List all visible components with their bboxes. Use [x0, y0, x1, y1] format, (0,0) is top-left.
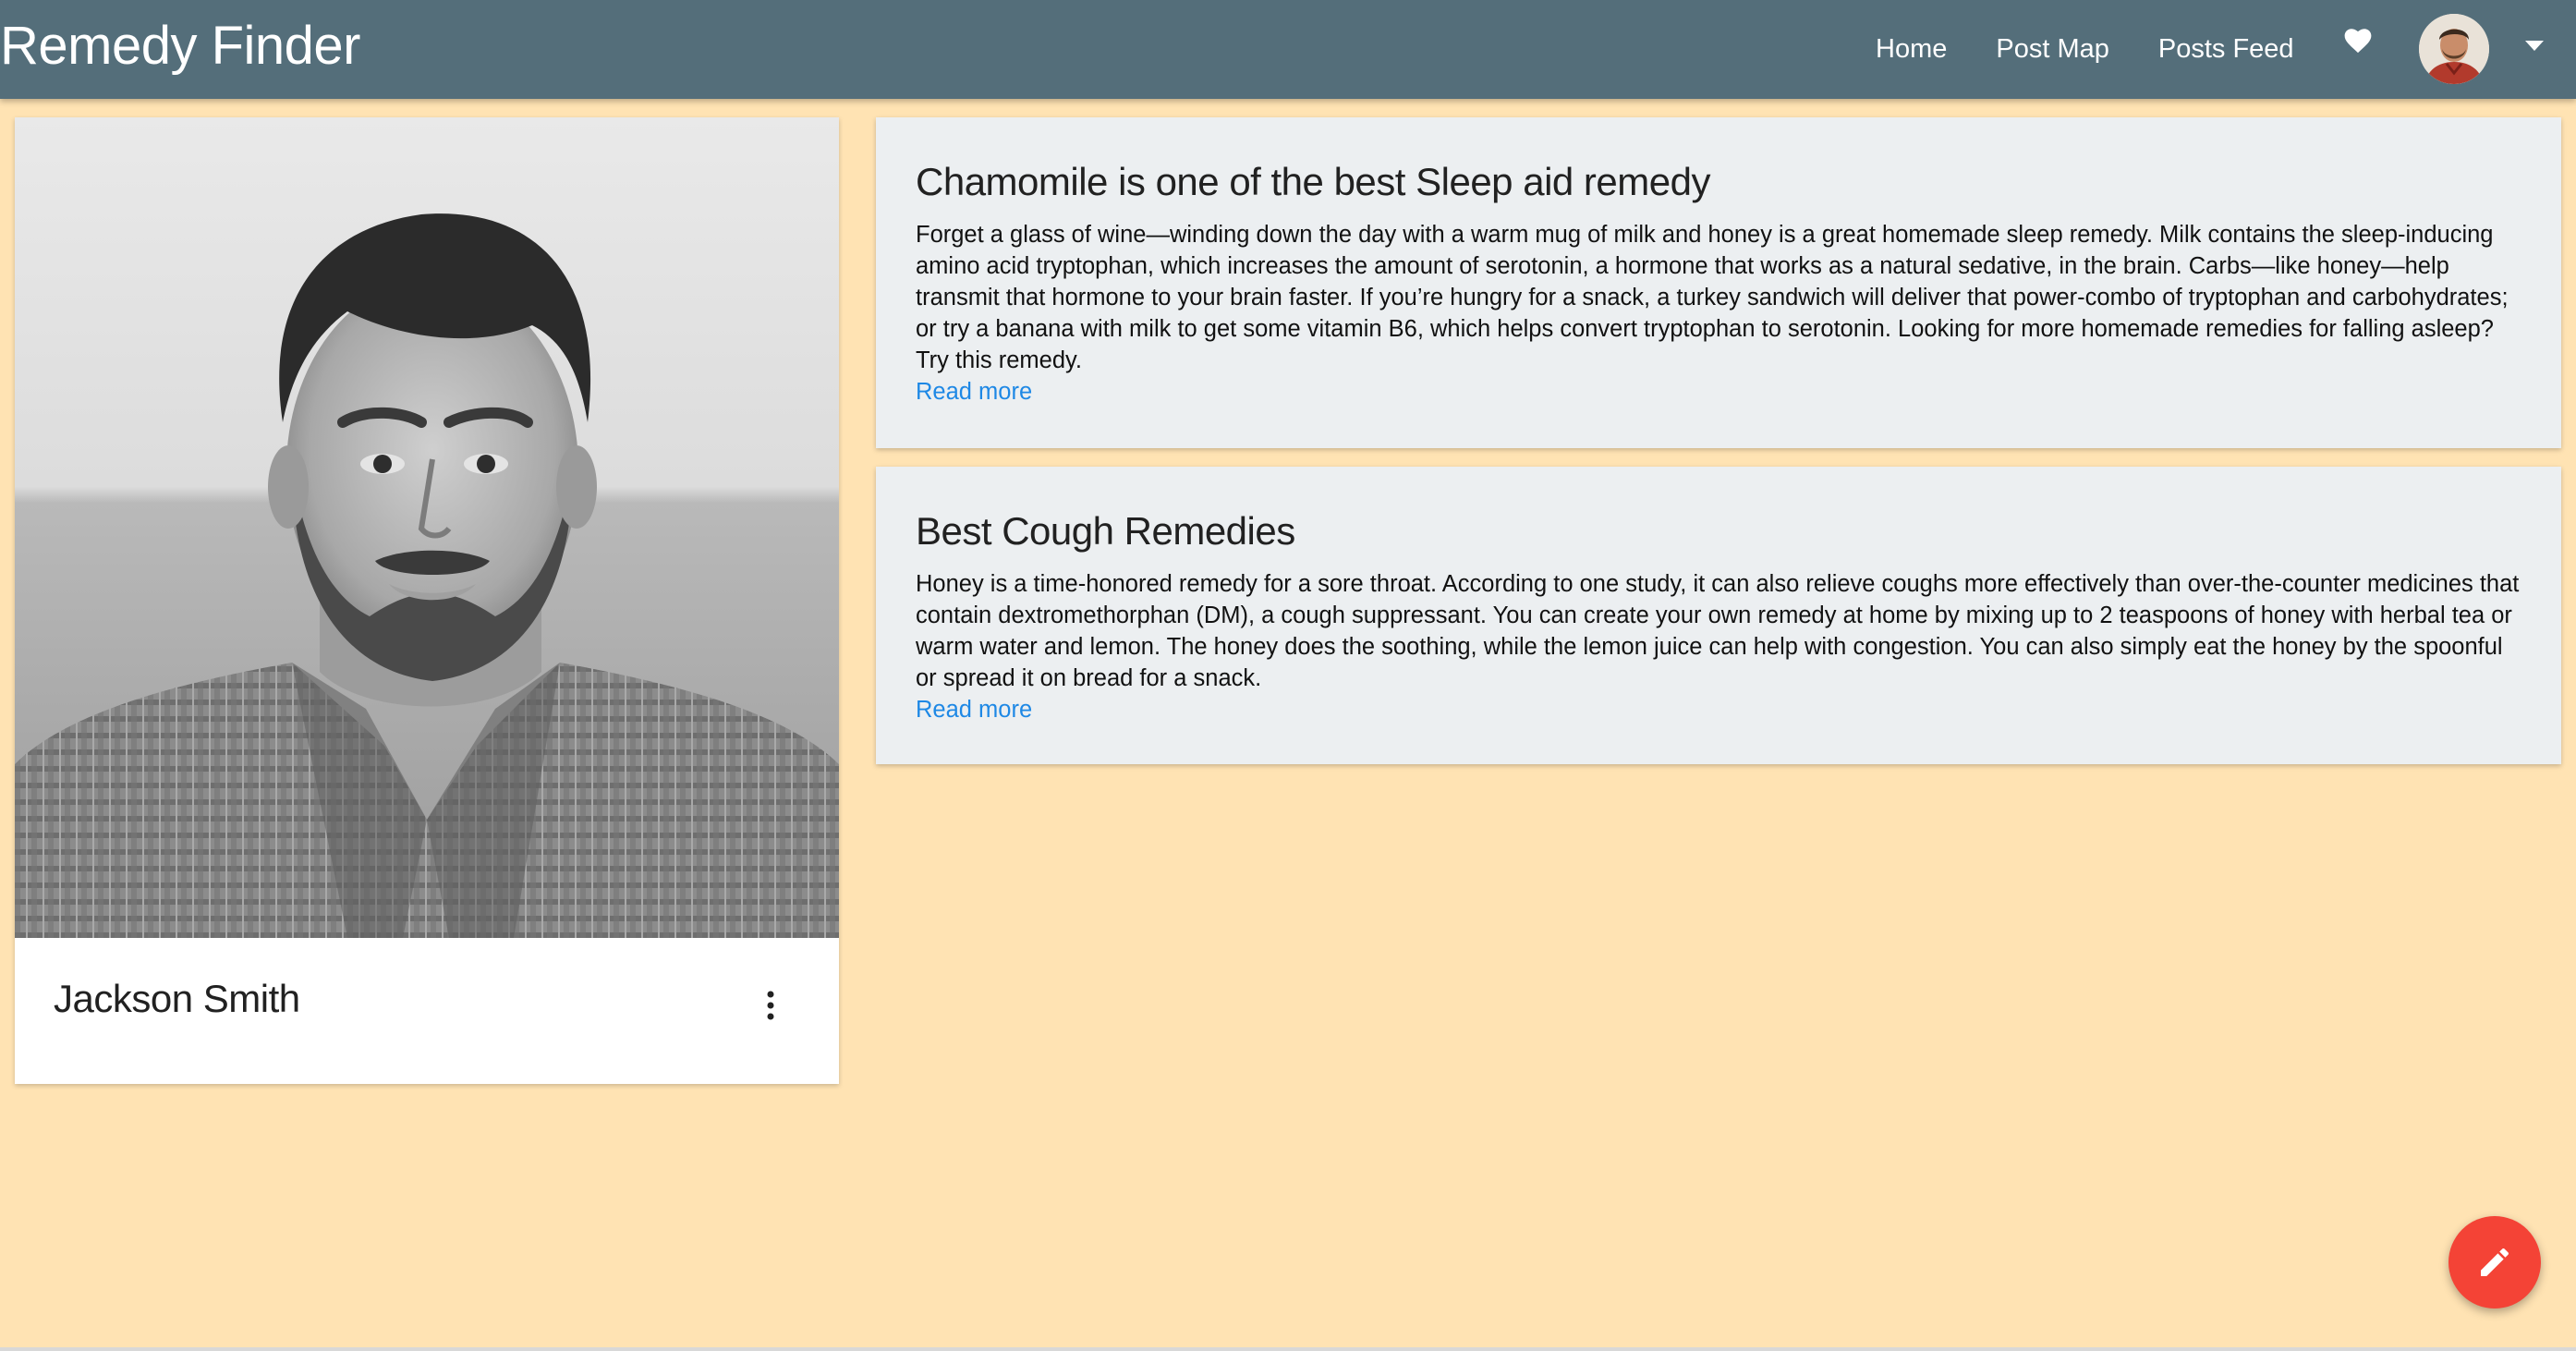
profile-name: Jackson Smith — [54, 977, 300, 1020]
post-body: Honey is a time-honored remedy for a sor… — [916, 568, 2526, 725]
post-card: Chamomile is one of the best Sleep aid r… — [876, 117, 2561, 448]
post-title: Chamomile is one of the best Sleep aid r… — [916, 160, 1710, 203]
post-title: Best Cough Remedies — [916, 509, 1295, 553]
caret-down-icon[interactable] — [2525, 41, 2544, 51]
heart-icon[interactable] — [2344, 28, 2372, 55]
nav-link-home[interactable]: Home — [1876, 34, 1947, 65]
read-more-link[interactable]: Read more — [916, 376, 2526, 408]
post-text: Forget a glass of wine—winding down the … — [916, 222, 2509, 373]
post-text: Honey is a time-honored remedy for a sor… — [916, 571, 2520, 691]
profile-photo — [15, 117, 839, 938]
app-title[interactable]: Remedy Finder — [0, 13, 360, 79]
avatar[interactable] — [2419, 14, 2489, 84]
page-bottom-divider — [0, 1347, 2576, 1351]
nav-link-posts-feed[interactable]: Posts Feed — [2158, 34, 2294, 65]
nav-links: Home Post Map Posts Feed — [1876, 0, 2343, 99]
nav-link-post-map[interactable]: Post Map — [1996, 34, 2109, 65]
profile-card: Jackson Smith — [15, 117, 839, 1084]
more-vert-icon[interactable] — [763, 991, 778, 1020]
create-post-button[interactable] — [2448, 1216, 2541, 1308]
post-card: Best Cough Remedies Honey is a time-hono… — [876, 467, 2561, 764]
post-body: Forget a glass of wine—winding down the … — [916, 219, 2526, 408]
pencil-icon — [2481, 1248, 2509, 1276]
read-more-link[interactable]: Read more — [916, 694, 2526, 725]
top-navbar: Remedy Finder Home Post Map Posts Feed — [0, 0, 2576, 99]
